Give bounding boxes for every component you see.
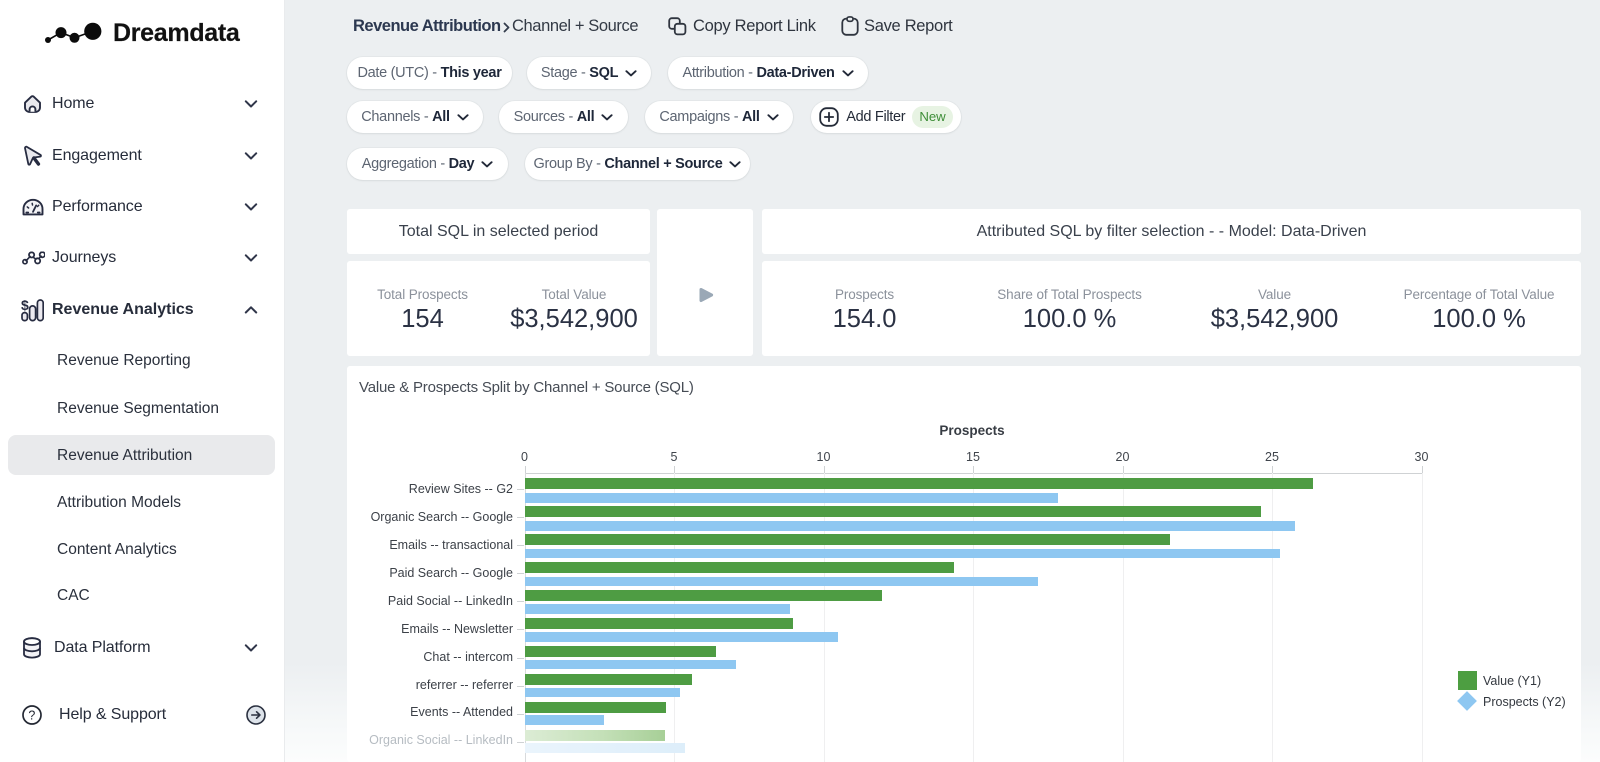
svg-text:?: ? <box>28 708 35 722</box>
svg-text:$: $ <box>21 298 29 313</box>
